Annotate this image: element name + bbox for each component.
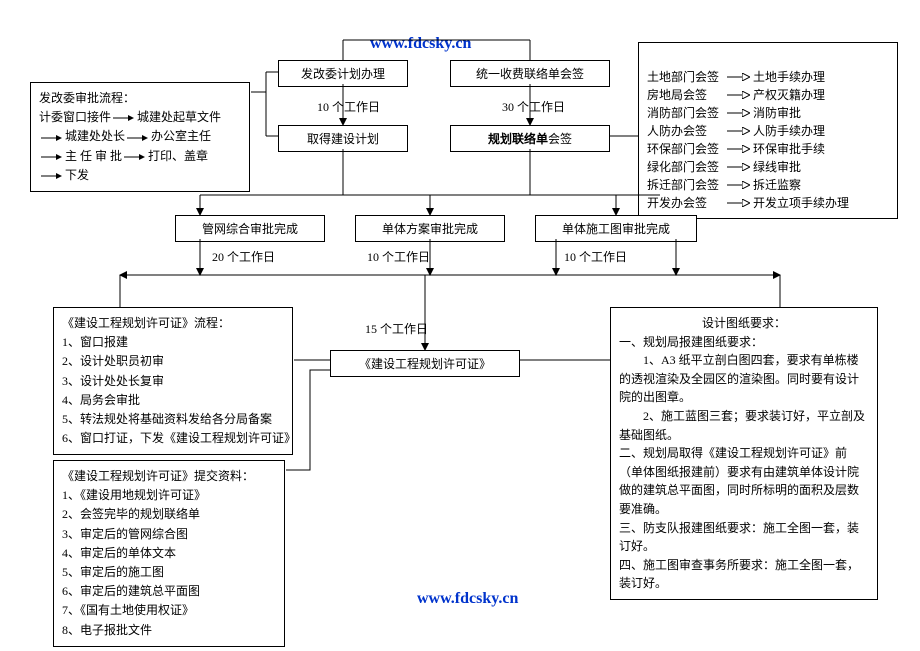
proc-title: 《建设工程规划许可证》流程： (62, 314, 284, 333)
box-plan: 发改委计划办理 (278, 60, 408, 87)
proc-5: 5、转法规处将基础资料发给各分局备案 (62, 410, 284, 429)
watermark-url-top: www.fdcsky.cn (370, 35, 471, 53)
req-l1b: 2、施工蓝图三套；要求装订好，平立剖及基础图纸。 (619, 407, 869, 444)
flow-row1: 计委窗口接件城建处起草文件 (39, 108, 241, 127)
req-title: 设计图纸要求： (619, 314, 869, 333)
box-pipe-done: 管网综合审批完成 (175, 215, 325, 242)
box-permit: 《建设工程规划许可证》 (330, 350, 520, 377)
submit-5: 5、审定后的施工图 (62, 563, 276, 582)
proc-3: 3、设计处处长复审 (62, 372, 284, 391)
req-l2: 二、规划局取得《建设工程规划许可证》前（单体图纸报建前）要求有由建筑单体设计院做… (619, 444, 869, 518)
legend-row-6: 拆迁部门会签拆迁监察 (647, 176, 889, 194)
box-get-plan: 取得建设计划 (278, 125, 408, 152)
box-union-sign: 规划联络单会签 (450, 125, 610, 152)
label-10days-b: 10 个工作日 (562, 248, 629, 265)
submit-6: 6、审定后的建筑总平面图 (62, 582, 276, 601)
legend-row-3: 人防办会签人防手续办理 (647, 122, 889, 140)
submit-title: 《建设工程规划许可证》提交资料： (62, 467, 276, 486)
req-l1: 一、规划局报建图纸要求： (619, 333, 869, 352)
flow-title: 发改委审批流程： (39, 89, 241, 108)
legend-row-2: 消防部门会签消防审批 (647, 104, 889, 122)
box-scheme-done: 单体方案审批完成 (355, 215, 505, 242)
panel-process: 《建设工程规划许可证》流程： 1、窗口报建 2、设计处职员初审 3、设计处处长复… (53, 307, 293, 455)
submit-1: 1、《建设用地规划许可证》 (62, 486, 276, 505)
proc-1: 1、窗口报建 (62, 333, 284, 352)
proc-4: 4、局务会审批 (62, 391, 284, 410)
box-construction-done: 单体施工图审批完成 (535, 215, 697, 242)
panel-approval-flow: 发改委审批流程： 计委窗口接件城建处起草文件 城建处处长办公室主任 主 任 审 … (30, 82, 250, 192)
label-10days-top: 10 个工作日 (315, 98, 382, 115)
label-15days: 15 个工作日 (363, 320, 430, 337)
flow-row3: 主 任 审 批打印、盖章 (39, 147, 241, 166)
label-10days-a: 10 个工作日 (365, 248, 432, 265)
panel-requirements: 设计图纸要求： 一、规划局报建图纸要求： 1、A3 纸平立剖白图四套，要求有单栋… (610, 307, 878, 600)
flow-row4: 下发 (39, 166, 241, 185)
legend-row-1: 房地局会签产权灭籍办理 (647, 86, 889, 104)
submit-7: 7、《国有土地使用权证》 (62, 601, 276, 620)
proc-2: 2、设计处职员初审 (62, 352, 284, 371)
req-l3: 三、防支队报建图纸要求：施工全图一套，装订好。 (619, 519, 869, 556)
submit-8: 8、电子报批文件 (62, 621, 276, 640)
submit-2: 2、会签完毕的规划联络单 (62, 505, 276, 524)
legend-row-5: 绿化部门会签绿线审批 (647, 158, 889, 176)
box-fee: 统一收费联络单会签 (450, 60, 610, 87)
req-l4: 四、施工图审查事务所要求：施工全图一套，装订好。 (619, 556, 869, 593)
panel-legend: 土地部门会签土地手续办理 房地局会签产权灭籍办理 消防部门会签消防审批 人防办会… (638, 42, 898, 219)
union-suffix: 会签 (548, 132, 572, 146)
submit-4: 4、审定后的单体文本 (62, 544, 276, 563)
label-20days: 20 个工作日 (210, 248, 277, 265)
req-l1a: 1、A3 纸平立剖白图四套，要求有单栋楼的透视渲染及全园区的渲染图。同时要有设计… (619, 351, 869, 407)
proc-6: 6、窗口打证，下发《建设工程规划许可证》 (62, 429, 284, 448)
label-30days-top: 30 个工作日 (500, 98, 567, 115)
legend-row-0: 土地部门会签土地手续办理 (647, 68, 889, 86)
panel-submit: 《建设工程规划许可证》提交资料： 1、《建设用地规划许可证》 2、会签完毕的规划… (53, 460, 285, 647)
union-bold: 规划联络单 (488, 132, 548, 146)
legend-row-4: 环保部门会签环保审批手续 (647, 140, 889, 158)
flow-row2: 城建处处长办公室主任 (39, 127, 241, 146)
legend-row-7: 开发办会签开发立项手续办理 (647, 194, 889, 212)
submit-3: 3、审定后的管网综合图 (62, 525, 276, 544)
watermark-url-bottom: www.fdcsky.cn (417, 590, 518, 608)
